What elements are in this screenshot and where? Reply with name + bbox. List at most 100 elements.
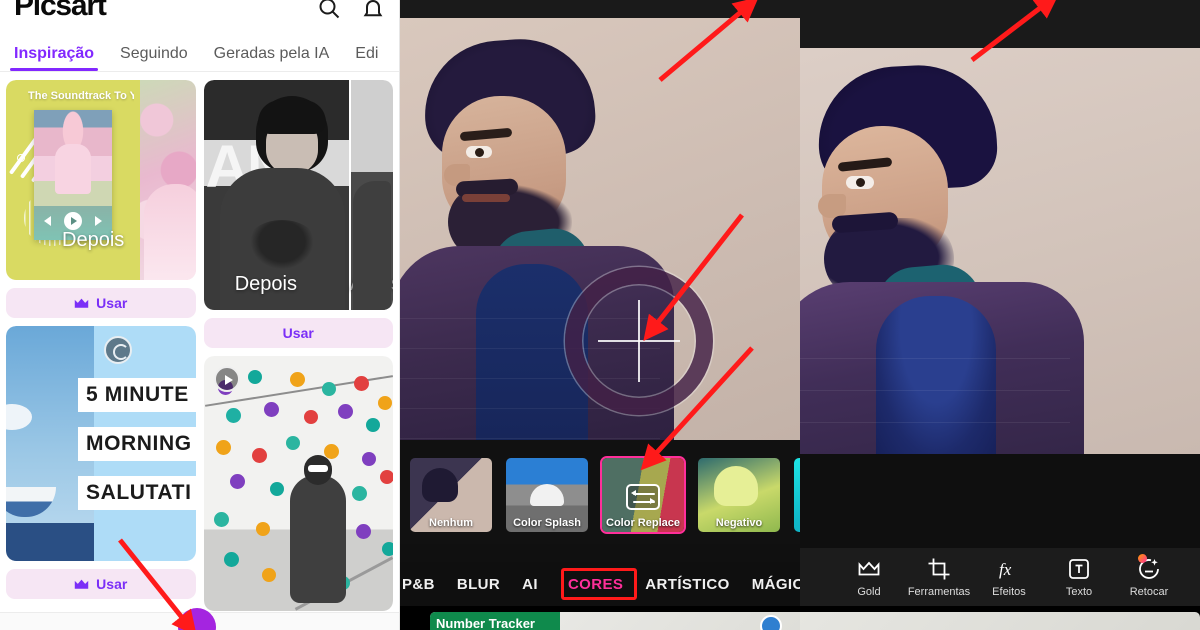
search-icon[interactable]	[317, 0, 341, 20]
header-icon-group	[317, 0, 385, 20]
ad-banner[interactable]: Number Tracker	[430, 612, 800, 630]
filter-category-bar: P&B BLUR AI CORES ARTÍSTICO MÁGICO	[400, 562, 800, 606]
refresh-icon[interactable]	[104, 336, 132, 364]
filter-nenhum[interactable]: Nenhum	[408, 456, 494, 534]
tool-gold[interactable]: Gold	[834, 557, 904, 598]
bell-icon[interactable]	[361, 0, 385, 20]
ad-map-image	[560, 612, 800, 630]
pom-dot	[353, 376, 369, 391]
filter-negativo[interactable]: Negativo	[696, 456, 782, 534]
card-before-side: Antes	[349, 80, 393, 310]
filter-label: Nenhum	[429, 517, 473, 529]
avatar	[760, 615, 782, 630]
cloud-shape	[6, 404, 32, 430]
pom-dot	[223, 552, 239, 567]
retouch-icon	[1137, 553, 1161, 581]
usar-button-label: Usar	[282, 325, 314, 341]
card-after-side: Depois	[203, 80, 349, 310]
usar-button-label: Usar	[96, 295, 128, 311]
pom-dot	[247, 370, 262, 384]
filter-label: Negativo	[715, 517, 763, 529]
editor-panel: Nenhum Color Splash Color Replace Negati…	[400, 0, 800, 630]
category-ai[interactable]: AI	[522, 576, 538, 593]
tool-ferramentas[interactable]: Ferramentas	[904, 557, 974, 598]
usar-button-bw-portrait[interactable]: Usar	[203, 318, 393, 348]
pom-dot	[365, 418, 380, 432]
result-canvas[interactable]	[800, 48, 1200, 454]
prev-track-icon[interactable]	[44, 216, 54, 226]
after-label: Depois	[234, 273, 297, 295]
tool-label: Texto	[1065, 585, 1093, 598]
pom-dot	[229, 474, 245, 489]
subject-eye	[466, 146, 492, 158]
category-pb[interactable]: P&B	[402, 576, 435, 593]
tab-editar[interactable]: Edi	[355, 45, 378, 71]
play-icon[interactable]	[213, 366, 240, 392]
feed-card-morning[interactable]: 5 MINUTE MORNING SALUTATI	[6, 326, 196, 561]
subject-quilting	[800, 358, 1070, 454]
tool-stickers[interactable]: Stic	[1184, 557, 1200, 598]
tab-seguindo[interactable]: Seguindo	[120, 45, 188, 71]
filter-row: Nenhum Color Splash Color Replace Negati…	[400, 456, 800, 534]
pom-dot	[381, 542, 393, 556]
usar-button-morning[interactable]: Usar	[6, 569, 196, 599]
color-replace-icon	[626, 484, 660, 510]
headline-line-3: SALUTATI	[78, 476, 196, 510]
category-artistico[interactable]: ARTÍSTICO	[645, 576, 729, 593]
pom-dot	[289, 372, 305, 387]
result-ad-slot[interactable]	[800, 606, 1200, 630]
pom-dot	[225, 408, 241, 423]
result-panel: Gold Ferramentas fx Efeitos Texto Retoca…	[800, 0, 1200, 630]
crown-icon	[857, 557, 881, 581]
feed-card-soundtrack[interactable]: The Soundtrack To Yo Depois A	[6, 80, 196, 280]
new-badge	[1138, 553, 1147, 563]
feed-card-pompom[interactable]	[203, 356, 393, 611]
pom-dot	[263, 402, 279, 417]
filter-inverter[interactable]: Inve	[792, 456, 800, 534]
feed-column-left: The Soundtrack To Yo Depois A Usar 5 MIN…	[6, 80, 196, 611]
crown-icon	[74, 579, 89, 589]
ad-banner	[800, 612, 1200, 630]
editor-canvas[interactable]	[400, 18, 800, 440]
sea-shape	[6, 523, 94, 561]
headline-lines: 5 MINUTE MORNING SALUTATI	[78, 378, 196, 525]
tool-label: Gold	[857, 585, 881, 598]
svg-text:fx: fx	[999, 560, 1012, 579]
tab-geradas-pela-ia[interactable]: Geradas pela IA	[214, 45, 330, 71]
pom-dot	[255, 522, 270, 536]
ring-decoration	[17, 154, 25, 162]
pom-dot	[361, 452, 376, 466]
next-track-icon[interactable]	[92, 216, 102, 226]
card-preview-image: The Soundtrack To Yo Depois A	[6, 80, 196, 280]
pom-dot	[285, 436, 300, 450]
filter-color-replace[interactable]: Color Replace	[600, 456, 686, 534]
card-preview-image	[203, 356, 393, 611]
tab-inspiracao[interactable]: Inspiração	[9, 45, 99, 71]
tool-efeitos[interactable]: fx Efeitos	[974, 557, 1044, 598]
subject-mouth	[462, 194, 510, 202]
card-before-side: Ant	[139, 80, 196, 280]
pom-dot	[251, 448, 267, 463]
pom-dot	[337, 404, 353, 419]
pom-dot	[303, 410, 318, 424]
tool-label: Retocar	[1129, 585, 1169, 598]
headline-line-1: 5 MINUTE	[78, 378, 196, 412]
tool-retocar[interactable]: Retocar	[1114, 553, 1184, 598]
pom-dot	[351, 486, 367, 501]
usar-button-soundtrack[interactable]: Usar	[6, 288, 196, 318]
pom-dot	[321, 382, 336, 396]
category-magico[interactable]: MÁGICO	[752, 576, 800, 593]
filter-label: Color Replace	[606, 517, 680, 529]
editor-top-bar	[400, 0, 800, 18]
pom-dot	[269, 482, 284, 496]
play-icon[interactable]	[64, 212, 82, 230]
filter-color-splash[interactable]: Color Splash	[504, 456, 590, 534]
category-cores[interactable]: CORES	[568, 576, 623, 593]
editor-ad-slot[interactable]: Number Tracker	[400, 606, 800, 630]
ad-title: Number Tracker	[430, 612, 560, 630]
tool-texto[interactable]: Texto	[1044, 557, 1114, 598]
category-blur[interactable]: BLUR	[457, 576, 500, 593]
feed-card-bw-portrait[interactable]: Depois Antes	[203, 80, 393, 310]
boat-shape	[6, 487, 56, 517]
album-photo	[34, 110, 112, 206]
